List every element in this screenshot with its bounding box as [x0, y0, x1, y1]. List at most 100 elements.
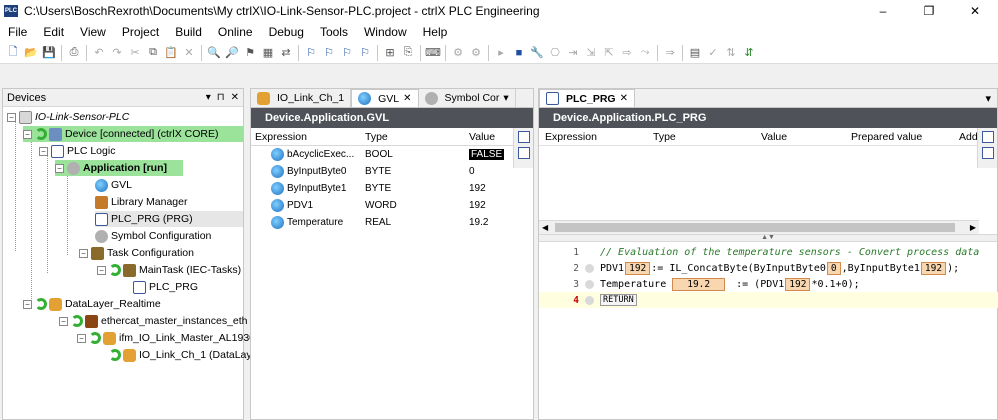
menu-help[interactable]: Help — [415, 25, 456, 39]
online-change-icon[interactable]: ⇵ — [740, 45, 758, 61]
stop-icon[interactable]: ■ — [510, 45, 528, 61]
column-type[interactable]: Type — [361, 131, 465, 143]
column-value[interactable]: Value — [755, 131, 845, 143]
value-cell[interactable]: 192 — [465, 183, 513, 194]
inline-value[interactable]: 19.2 — [672, 277, 726, 291]
collapse-icon[interactable]: − — [77, 333, 86, 343]
collapse-icon[interactable]: − — [7, 112, 16, 122]
step-into-icon[interactable]: ⇲ — [582, 45, 600, 61]
print-icon[interactable]: ⎙ — [65, 45, 83, 61]
undo-icon[interactable]: ↶ — [90, 45, 108, 61]
table-row[interactable]: ByInputByte0 BYTE 0 — [251, 163, 533, 180]
menu-online[interactable]: Online — [210, 25, 261, 39]
maximize-button[interactable]: ❐ — [906, 0, 952, 22]
tree-item[interactable]: − ifm_IO_Link_Master_AL1930 — [77, 330, 255, 346]
column-prepared-value[interactable]: Prepared value — [845, 131, 953, 143]
show-next-statement-icon[interactable]: ⤳ — [636, 45, 654, 61]
menu-edit[interactable]: Edit — [35, 25, 72, 39]
step-over-icon[interactable]: ⇥ — [564, 45, 582, 61]
find-icon[interactable]: 🔍 — [205, 45, 223, 61]
login-icon[interactable]: ⌨ — [424, 45, 442, 61]
code-line[interactable]: 4 RETURN — [539, 292, 998, 308]
tab-io-link-ch-1[interactable]: IO_Link_Ch_1 — [251, 89, 352, 107]
online-config-icon[interactable]: ⚙ — [449, 45, 467, 61]
build-icon[interactable]: ⊞ — [381, 45, 399, 61]
tab-plc-prg[interactable]: PLC_PRG ✕ — [539, 89, 635, 107]
tab-gvl[interactable]: GVL ✕ — [351, 89, 419, 107]
paste-icon[interactable]: 📋 — [162, 45, 180, 61]
panel-dropdown-icon[interactable]: ▾ — [206, 92, 211, 103]
write-values-icon[interactable]: ⇒ — [661, 45, 679, 61]
column-address[interactable]: Add — [953, 131, 977, 143]
cut-icon[interactable]: ✂ — [126, 45, 144, 61]
breakpoint-icon[interactable]: ⎔ — [546, 45, 564, 61]
replace-icon[interactable]: ⇄ — [277, 45, 295, 61]
column-expression[interactable]: Expression — [539, 131, 647, 143]
table-row[interactable]: Temperature REAL 19.2 — [251, 214, 533, 231]
inline-value[interactable]: 192 — [785, 277, 811, 291]
menu-project[interactable]: Project — [114, 25, 167, 39]
menu-window[interactable]: Window — [356, 25, 415, 39]
collapse-icon[interactable]: − — [23, 299, 32, 309]
start-icon[interactable]: ▸ — [492, 45, 510, 61]
run-to-cursor-icon[interactable]: ⇨ — [618, 45, 636, 61]
scroll-thumb[interactable] — [555, 223, 955, 232]
menu-view[interactable]: View — [72, 25, 114, 39]
tree-item[interactable]: − Application [run] — [55, 160, 183, 176]
tree-item[interactable]: − Task Configuration — [79, 245, 194, 261]
copy-icon[interactable]: ⧉ — [144, 45, 162, 61]
step-out-icon[interactable]: ⇱ — [600, 45, 618, 61]
table-row[interactable]: PDV1 WORD 192 — [251, 197, 533, 214]
close-tab-icon[interactable]: ✕ — [403, 93, 411, 104]
minimize-button[interactable]: – — [860, 0, 906, 22]
collapse-icon[interactable]: − — [39, 146, 48, 156]
tree-item[interactable]: − ethercat_master_instances_eth — [59, 313, 248, 329]
tabular-view-icon[interactable] — [517, 147, 530, 159]
bookmark-toggle-icon[interactable]: ⚐ — [302, 45, 320, 61]
tab-list-arrow-icon[interactable]: ▾ — [503, 92, 508, 104]
breakpoint-dot[interactable] — [585, 263, 594, 273]
panel-close-icon[interactable]: ✕ — [231, 92, 239, 103]
collapse-icon[interactable]: − — [59, 316, 68, 326]
new-project-icon[interactable]: 🗋 — [4, 45, 22, 61]
reset-icon[interactable]: 🔧 — [528, 45, 546, 61]
column-expression[interactable]: Expression — [251, 131, 361, 143]
inline-value[interactable]: 192 — [920, 261, 947, 275]
tab-symbol-config[interactable]: Symbol Cor ▾ — [419, 89, 516, 107]
tabular-view-icon[interactable] — [981, 147, 994, 159]
collapse-icon[interactable]: − — [79, 248, 88, 258]
tree-item[interactable]: − Device [connected] (ctrlX CORE) — [23, 126, 243, 142]
bookmark-next-icon[interactable]: ⚐ — [320, 45, 338, 61]
breakpoint-dot[interactable] — [585, 295, 594, 305]
value-cell[interactable]: FALSE — [469, 149, 505, 160]
tree-item[interactable]: − IO-Link-Sensor-PLC — [7, 109, 129, 125]
unforce-icon[interactable]: ⇅ — [722, 45, 740, 61]
find-next-icon[interactable]: 🔎 — [223, 45, 241, 61]
tree-item[interactable]: PLC_PRG (PRG) — [95, 211, 243, 227]
inline-value[interactable]: 0 — [826, 261, 841, 275]
force-values-icon[interactable]: ✓ — [704, 45, 722, 61]
collapse-icon[interactable]: − — [97, 265, 106, 275]
tree-item[interactable]: GVL — [95, 177, 132, 193]
column-type[interactable]: Type — [647, 131, 755, 143]
bookmark-prev-icon[interactable]: ⚐ — [338, 45, 356, 61]
splitter-handle[interactable]: ▲▼ — [539, 234, 997, 242]
tree-item[interactable]: Symbol Configuration — [95, 228, 211, 244]
menu-file[interactable]: File — [0, 25, 35, 39]
textual-view-icon[interactable] — [981, 131, 994, 143]
close-tab-icon[interactable]: ✕ — [620, 93, 628, 104]
value-cell[interactable]: 0 — [465, 166, 513, 177]
redo-icon[interactable]: ↷ — [108, 45, 126, 61]
tree-item[interactable]: − MainTask (IEC-Tasks) — [97, 262, 241, 278]
scroll-left-icon[interactable]: ◀ — [542, 223, 548, 232]
open-project-icon[interactable]: 📂 — [22, 45, 40, 61]
column-value[interactable]: Value — [465, 131, 513, 143]
breakpoint-dot[interactable] — [585, 279, 594, 289]
select-all-icon[interactable]: ▦ — [259, 45, 277, 61]
close-button[interactable]: ✕ — [952, 0, 998, 22]
collapse-icon[interactable]: − — [55, 163, 64, 173]
tree-item[interactable]: − PLC Logic — [39, 143, 115, 159]
tree-item[interactable]: PLC_PRG — [133, 279, 198, 295]
code-line[interactable]: 3 Temperature 19.2 := (PDV1 192 *0.1+0); — [539, 276, 998, 292]
value-cell[interactable]: 192 — [465, 200, 513, 211]
